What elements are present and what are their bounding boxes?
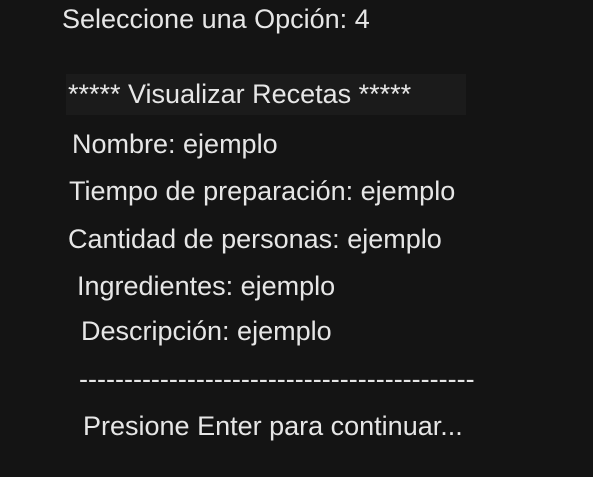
separator-line: ----------------------------------------…	[79, 364, 475, 394]
option-prompt: Seleccione una Opción: 4	[62, 4, 370, 34]
continue-prompt: Presione Enter para continuar...	[83, 411, 463, 441]
field-ingredientes: Ingredientes: ejemplo	[77, 271, 336, 301]
field-nombre: Nombre: ejemplo	[72, 129, 278, 159]
field-descripcion: Descripción: ejemplo	[81, 316, 332, 346]
field-cantidad-personas: Cantidad de personas: ejemplo	[68, 224, 442, 254]
console-window: Seleccione una Opción: 4 ***** Visualiza…	[0, 0, 593, 477]
section-header: ***** Visualizar Recetas *****	[68, 79, 412, 109]
field-tiempo-preparacion: Tiempo de preparación: ejemplo	[69, 176, 456, 206]
